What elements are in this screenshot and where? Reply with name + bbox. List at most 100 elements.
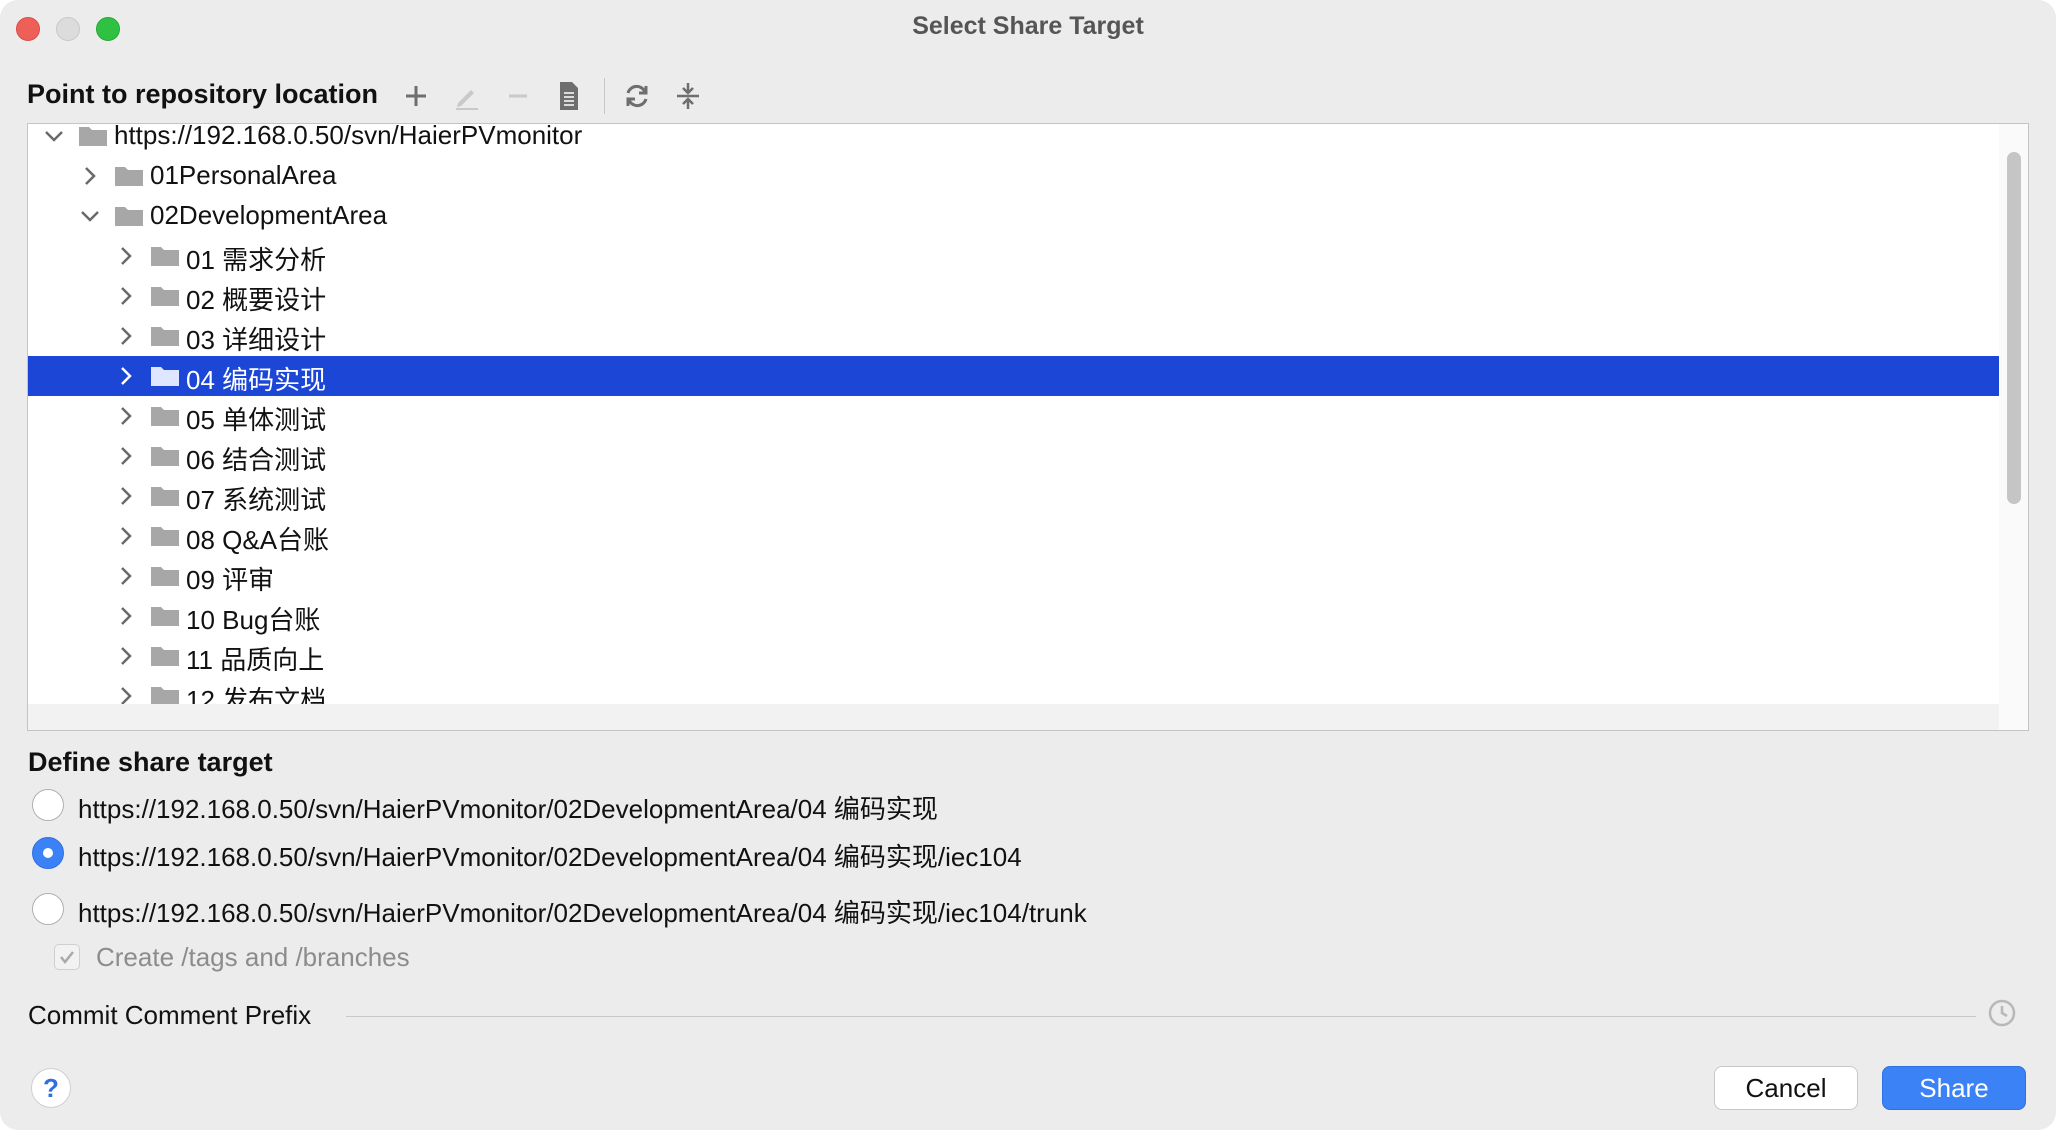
- folder-icon: [151, 687, 179, 704]
- tree-row[interactable]: 01PersonalArea: [28, 156, 2001, 196]
- tree-list: https://192.168.0.50/svn/HaierPVmonitor 0…: [28, 124, 2001, 704]
- scrollbar-thumb[interactable]: [2007, 152, 2021, 504]
- folder-icon: [151, 447, 179, 466]
- chevron-down-icon[interactable]: [78, 204, 102, 228]
- tree-row[interactable]: 05 单体测试: [28, 396, 2001, 436]
- folder-icon: [151, 247, 179, 266]
- chevron-right-icon[interactable]: [114, 244, 138, 268]
- refresh-icon: [626, 84, 648, 108]
- repository-tree[interactable]: https://192.168.0.50/svn/HaierPVmonitor 0…: [27, 123, 2029, 731]
- tree-item-label: 01PersonalArea: [150, 160, 337, 190]
- tree-row[interactable]: 10 Bug台账: [28, 596, 2001, 636]
- radio-label: https://192.168.0.50/svn/HaierPVmonitor/…: [78, 794, 938, 824]
- tree-item-label: 05 单体测试: [186, 405, 327, 435]
- radio-button[interactable]: [32, 893, 64, 925]
- add-location-button[interactable]: [396, 76, 436, 116]
- refresh-button[interactable]: [617, 76, 657, 116]
- tree-item-label: 07 系统测试: [186, 485, 327, 515]
- browse-changes-button[interactable]: [549, 76, 589, 116]
- tree-item-label: 12 发布文档: [186, 685, 327, 704]
- chevron-right-icon[interactable]: [114, 644, 138, 668]
- chevron-right-icon[interactable]: [114, 284, 138, 308]
- title-bar: Select Share Target: [0, 0, 2056, 56]
- radio-button[interactable]: [32, 789, 64, 821]
- define-share-target-label: Define share target: [28, 747, 273, 777]
- plus-icon: [406, 86, 426, 106]
- pencil-icon: [456, 90, 478, 110]
- create-tags-checkbox[interactable]: [54, 944, 80, 970]
- tree-row[interactable]: 11 品质向上: [28, 636, 2001, 676]
- share-button[interactable]: Share: [1882, 1066, 2026, 1110]
- share-target-option-2[interactable]: https://192.168.0.50/svn/HaierPVmonitor/…: [32, 832, 1332, 872]
- folder-icon: [151, 287, 179, 306]
- tree-item-label: 02 概要设计: [186, 285, 327, 315]
- select-share-target-dialog: Select Share Target Point to repository …: [0, 0, 2056, 1130]
- folder-icon: [151, 567, 179, 586]
- tree-item-label: 09 评审: [186, 565, 275, 595]
- tree-item-label: 08 Q&A台账: [186, 525, 330, 555]
- create-tags-branches-option[interactable]: Create /tags and /branches: [54, 940, 554, 976]
- chevron-right-icon[interactable]: [114, 564, 138, 588]
- folder-icon: [151, 607, 179, 626]
- radio-label: https://192.168.0.50/svn/HaierPVmonitor/…: [78, 842, 1022, 872]
- clock-icon[interactable]: [1986, 997, 2018, 1029]
- folder-icon: [151, 407, 179, 426]
- create-tags-label: Create /tags and /branches: [96, 942, 410, 972]
- window-title: Select Share Target: [912, 12, 1144, 40]
- collapse-all-button[interactable]: [668, 76, 708, 116]
- collapse-icon: [677, 83, 699, 109]
- edit-location-button[interactable]: [447, 76, 487, 116]
- tree-item-label: 03 详细设计: [186, 325, 327, 355]
- folder-icon: [79, 127, 107, 146]
- tree-item-label: https://192.168.0.50/svn/HaierPVmonitor: [114, 124, 583, 150]
- share-target-option-1[interactable]: https://192.168.0.50/svn/HaierPVmonitor/…: [32, 784, 1332, 824]
- tree-row[interactable]: 02DevelopmentArea: [28, 196, 2001, 236]
- chevron-right-icon[interactable]: [114, 324, 138, 348]
- tree-row[interactable]: 02 概要设计: [28, 276, 2001, 316]
- remove-location-button[interactable]: [498, 76, 538, 116]
- repository-toolbar: Point to repository location: [27, 76, 1027, 116]
- chevron-right-icon[interactable]: [114, 604, 138, 628]
- chevron-down-icon[interactable]: [42, 124, 66, 148]
- radio-button-selected[interactable]: [32, 837, 64, 869]
- tree-row[interactable]: 07 系统测试: [28, 476, 2001, 516]
- chevron-right-icon[interactable]: [114, 684, 138, 704]
- tree-row[interactable]: 01 需求分析: [28, 236, 2001, 276]
- radio-label: https://192.168.0.50/svn/HaierPVmonitor/…: [78, 898, 1087, 928]
- tree-row[interactable]: 12 发布文档: [28, 676, 2001, 704]
- tree-horizontal-scroll-area: [28, 704, 2001, 730]
- commit-comment-prefix-field[interactable]: [346, 1016, 1976, 1017]
- folder-icon: [151, 487, 179, 506]
- chevron-right-icon[interactable]: [114, 444, 138, 468]
- toolbar-separator: [604, 78, 605, 114]
- folder-icon: [151, 367, 179, 386]
- tree-item-label: 10 Bug台账: [186, 605, 321, 635]
- document-icon: [560, 82, 578, 110]
- commit-comment-prefix-label: Commit Comment Prefix: [28, 1000, 312, 1030]
- tree-item-label: 02DevelopmentArea: [150, 200, 388, 230]
- chevron-right-icon[interactable]: [114, 524, 138, 548]
- folder-icon: [151, 527, 179, 546]
- folder-icon: [115, 207, 143, 226]
- tree-item-label: 06 结合测试: [186, 445, 327, 475]
- tree-row[interactable]: 08 Q&A台账: [28, 516, 2001, 556]
- tree-row-selected[interactable]: 04 编码实现: [28, 356, 2001, 396]
- share-target-option-3[interactable]: https://192.168.0.50/svn/HaierPVmonitor/…: [32, 888, 1332, 928]
- tree-scrollbar[interactable]: [1999, 124, 2028, 730]
- tree-row[interactable]: https://192.168.0.50/svn/HaierPVmonitor: [28, 124, 2001, 156]
- folder-icon: [151, 327, 179, 346]
- chevron-right-icon[interactable]: [78, 164, 102, 188]
- chevron-right-icon[interactable]: [114, 484, 138, 508]
- tree-row[interactable]: 06 结合测试: [28, 436, 2001, 476]
- chevron-right-icon[interactable]: [114, 404, 138, 428]
- tree-row[interactable]: 03 详细设计: [28, 316, 2001, 356]
- chevron-right-icon[interactable]: [114, 364, 138, 388]
- repository-location-label: Point to repository location: [27, 79, 379, 109]
- folder-icon: [151, 647, 179, 666]
- help-button[interactable]: ?: [31, 1068, 71, 1108]
- cancel-button[interactable]: Cancel: [1714, 1066, 1858, 1110]
- tree-row[interactable]: 09 评审: [28, 556, 2001, 596]
- tree-item-label: 01 需求分析: [186, 245, 327, 275]
- tree-item-label: 04 编码实现: [186, 365, 327, 395]
- folder-icon: [115, 167, 143, 186]
